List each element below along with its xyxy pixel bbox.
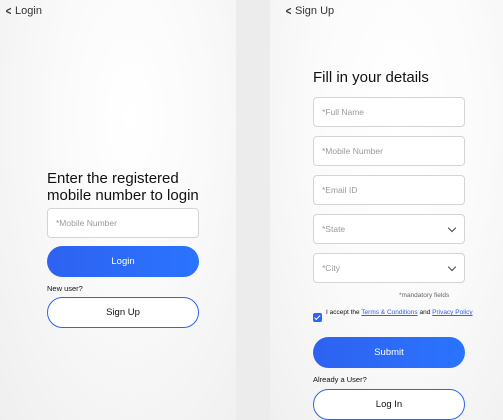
new-user-text: New user? — [47, 284, 83, 293]
back-to-login-link[interactable]: < Login — [5, 5, 42, 17]
login-button-label: Log In — [375, 399, 403, 410]
signup-heading: Fill in your details — [313, 69, 429, 86]
signup-screen: < Sign Up Fill in your details *Full Nam… — [270, 0, 503, 420]
login-screen: < Login Enter the registered mobile numb… — [0, 0, 236, 420]
chevron-down-icon — [447, 262, 457, 272]
back-to-signup-link[interactable]: < Sign Up — [285, 5, 334, 17]
login-heading: Enter the registered mobile number to lo… — [47, 170, 199, 204]
already-user-text: Already a User? — [313, 375, 367, 384]
mobile-number-input[interactable]: *Mobile Number — [47, 208, 199, 238]
email-input[interactable]: *Email ID — [313, 175, 465, 205]
email-placeholder: *Email ID — [322, 185, 358, 195]
chevron-left-icon: < — [285, 4, 292, 18]
terms-middle: and — [417, 309, 433, 316]
privacy-link[interactable]: Privacy Policy — [432, 309, 472, 316]
mobile-number-input[interactable]: *Mobile Number — [313, 136, 465, 166]
login-button-label: Login — [111, 256, 135, 267]
chevron-left-icon: < — [5, 4, 12, 18]
mandatory-note: *mandatory fields — [399, 292, 450, 299]
terms-link[interactable]: Terms & Conditions — [361, 309, 417, 316]
city-select[interactable]: *City — [313, 253, 465, 283]
city-placeholder: *City — [322, 263, 340, 273]
back-label: Sign Up — [295, 5, 335, 17]
submit-button[interactable]: Submit — [313, 337, 465, 368]
back-label: Login — [15, 5, 42, 17]
full-name-placeholder: *Full Name — [322, 107, 365, 117]
chevron-down-icon — [447, 223, 457, 233]
state-placeholder: *State — [322, 224, 346, 234]
login-button[interactable]: Log In — [313, 389, 465, 420]
submit-button-label: Submit — [374, 347, 404, 358]
signup-button-label: Sign Up — [106, 307, 140, 318]
terms-prefix: I accept the — [326, 309, 362, 316]
login-button[interactable]: Login — [47, 246, 199, 277]
mobile-number-placeholder: *Mobile Number — [56, 218, 117, 228]
mobile-number-placeholder: *Mobile Number — [322, 146, 383, 156]
signup-button[interactable]: Sign Up — [47, 297, 199, 328]
terms-text: I accept the Terms & Conditions and Priv… — [313, 309, 483, 317]
state-select[interactable]: *State — [313, 214, 465, 244]
full-name-input[interactable]: *Full Name — [313, 97, 465, 127]
